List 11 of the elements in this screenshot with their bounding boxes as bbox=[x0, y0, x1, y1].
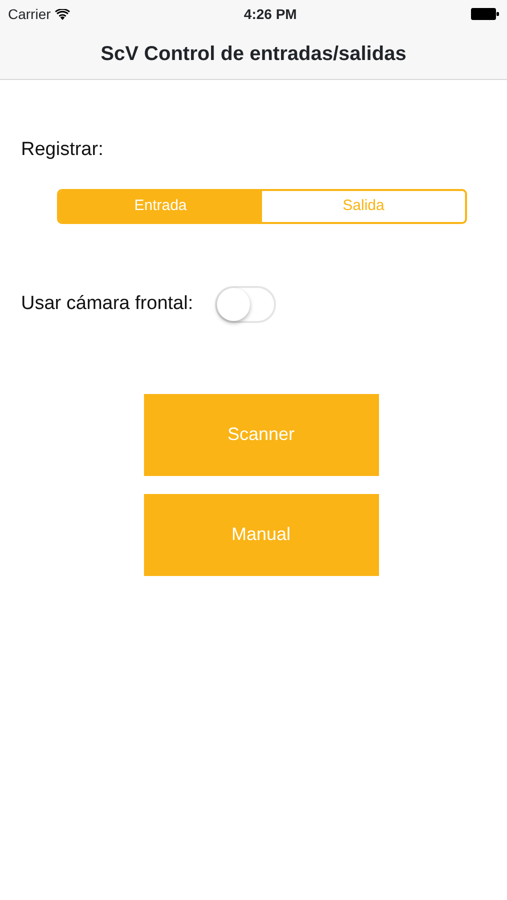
toggle-switch[interactable] bbox=[215, 286, 276, 322]
camera-label: Usar cámara frontal: bbox=[21, 292, 194, 316]
nav-title: ScV Control de entradas/salidas bbox=[100, 42, 406, 66]
wifi-icon bbox=[54, 8, 70, 20]
carrier-label: Carrier bbox=[8, 4, 51, 24]
action-button[interactable]: Manual bbox=[144, 494, 378, 576]
battery-icon bbox=[470, 8, 499, 20]
register-label: Registrar: bbox=[21, 138, 104, 162]
action-button[interactable]: Scanner bbox=[144, 394, 378, 476]
segment-tab[interactable]: Entrada bbox=[59, 190, 262, 222]
time-label: 4:26 PM bbox=[244, 4, 297, 24]
